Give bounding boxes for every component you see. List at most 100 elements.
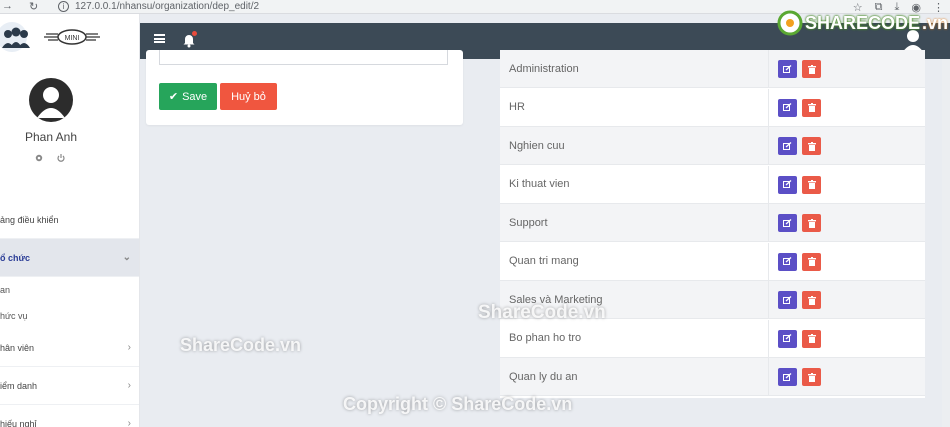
edit-button[interactable]: [778, 368, 797, 386]
edit-icon: [783, 103, 792, 111]
edit-form-card: ✔ Save Huỷ bỏ: [146, 50, 463, 125]
edit-button[interactable]: [778, 214, 797, 232]
sidebar-item-staff[interactable]: hân viên ›: [0, 329, 139, 367]
delete-button[interactable]: [802, 368, 821, 386]
delete-button[interactable]: [802, 214, 821, 232]
chevron-right-icon: ›: [127, 342, 131, 353]
column-divider: [768, 50, 769, 87]
cancel-button[interactable]: Huỷ bỏ: [220, 83, 277, 110]
edit-button[interactable]: [778, 137, 797, 155]
sidebar-item-label: ảng điều khiển: [0, 214, 59, 225]
sidebar-subitem-position[interactable]: hức vụ: [0, 303, 139, 329]
power-icon[interactable]: [56, 153, 66, 163]
watermark-text: ShareCode.vn: [180, 335, 302, 355]
delete-button[interactable]: [802, 98, 821, 117]
trash-icon: [807, 218, 816, 228]
department-name: Nghien cuu: [509, 139, 565, 152]
department-name: Administration: [509, 62, 579, 75]
table-row: Bo phan ho tro: [500, 319, 925, 358]
delete-button[interactable]: [802, 329, 821, 348]
edit-icon: [783, 64, 792, 73]
edit-button[interactable]: [778, 291, 797, 309]
watermark-text: Copyright © ShareCode.vn: [343, 394, 573, 414]
chevron-right-icon: ›: [127, 380, 131, 391]
chevron-right-icon: ›: [127, 418, 131, 427]
reload-icon[interactable]: ↻: [29, 0, 38, 13]
trash-icon: [807, 257, 816, 266]
department-name: Ki thuat vien: [509, 178, 570, 190]
address-bar[interactable]: i 127.0.0.1/nhansu/organization/dep_edit…: [58, 0, 259, 13]
forward-icon[interactable]: →: [2, 0, 13, 13]
department-table: Administration HR Nghien cuu Ki thuat vien S…: [500, 50, 925, 398]
sidebar-item-dashboard[interactable]: ảng điều khiển: [0, 201, 139, 239]
delete-button[interactable]: [802, 252, 821, 271]
trash-icon: [807, 372, 816, 382]
table-row: Nghien cuu: [500, 127, 925, 165]
url-text: 127.0.0.1/nhansu/organization/dep_edit/2: [75, 0, 260, 12]
mini-logo-icon: MINI: [44, 28, 100, 45]
edit-button[interactable]: [778, 175, 797, 194]
edit-icon: [783, 141, 792, 150]
sidebar-item-leave[interactable]: hiếu nghỉ ›: [0, 405, 139, 427]
column-divider: [768, 204, 769, 241]
trash-icon: [807, 64, 816, 74]
sidebar-subitem-label: hức vụ: [0, 311, 28, 321]
delete-button[interactable]: [802, 60, 821, 78]
department-name: Quan tri mang: [509, 255, 579, 267]
trash-icon: [807, 180, 816, 189]
edit-button[interactable]: [778, 329, 797, 348]
user-name: Phan Anh: [24, 130, 78, 144]
delete-button[interactable]: [802, 291, 821, 309]
svg-text:MINI: MINI: [65, 35, 80, 42]
sidebar-menu: ảng điều khiển ổ chức ⌄ an hức vụ hân vi…: [0, 201, 139, 427]
trash-icon: [807, 295, 816, 305]
department-name: Bo phan ho tro: [509, 332, 582, 344]
column-divider: [768, 358, 769, 395]
sidebar-item-organization[interactable]: ổ chức ⌄: [0, 239, 139, 277]
chevron-down-icon: ⌄: [122, 252, 131, 263]
department-name: Quan ly du an: [509, 370, 578, 383]
brand-vn-text: .vn: [921, 12, 948, 33]
column-divider: [768, 88, 769, 126]
sidebar-item-label: hiếu nghỉ: [0, 418, 37, 427]
notification-dot: [192, 31, 197, 36]
table-row: HR: [500, 88, 925, 127]
user-actions: [34, 153, 66, 163]
table-row: Quan tri mang: [500, 242, 925, 281]
edit-button[interactable]: [778, 60, 797, 78]
page-scrollbar[interactable]: [942, 59, 950, 427]
table-row: Support: [500, 204, 925, 242]
delete-button[interactable]: [802, 175, 821, 194]
site-info-icon[interactable]: i: [58, 0, 69, 12]
trash-icon: [807, 141, 816, 151]
department-name-input[interactable]: [159, 50, 448, 65]
settings-gear-icon[interactable]: [34, 153, 44, 163]
hamburger-menu-icon[interactable]: [154, 34, 165, 43]
edit-icon: [783, 218, 792, 227]
trash-icon: [807, 103, 816, 112]
edit-button[interactable]: [778, 252, 797, 271]
edit-icon: [783, 295, 792, 304]
sidebar-item-label: hân viên: [0, 342, 35, 353]
column-divider: [768, 165, 769, 203]
check-icon: ✔: [168, 91, 179, 103]
edit-button[interactable]: [778, 98, 797, 117]
column-divider: [768, 281, 769, 318]
sharecode-logo-icon: [777, 10, 803, 36]
trash-icon: [807, 334, 816, 343]
save-button[interactable]: ✔ Save: [159, 83, 217, 110]
avatar: [29, 78, 73, 122]
sidebar-item-label: iểm danh: [0, 380, 38, 391]
sidebar-subitem-label: an: [0, 285, 11, 295]
sidebar-item-attendance[interactable]: iểm danh ›: [0, 367, 139, 405]
delete-button[interactable]: [802, 137, 821, 155]
save-label: Save: [182, 90, 208, 103]
column-divider: [768, 127, 769, 164]
edit-icon: [783, 257, 792, 265]
department-name: HR: [509, 101, 525, 113]
column-divider: [768, 242, 769, 280]
brand-text: SHARECODE: [804, 12, 920, 33]
notification-bell-icon[interactable]: [182, 31, 197, 48]
browser-nav: → ↻: [2, 0, 56, 13]
sidebar-subitem-department[interactable]: an: [0, 277, 139, 303]
